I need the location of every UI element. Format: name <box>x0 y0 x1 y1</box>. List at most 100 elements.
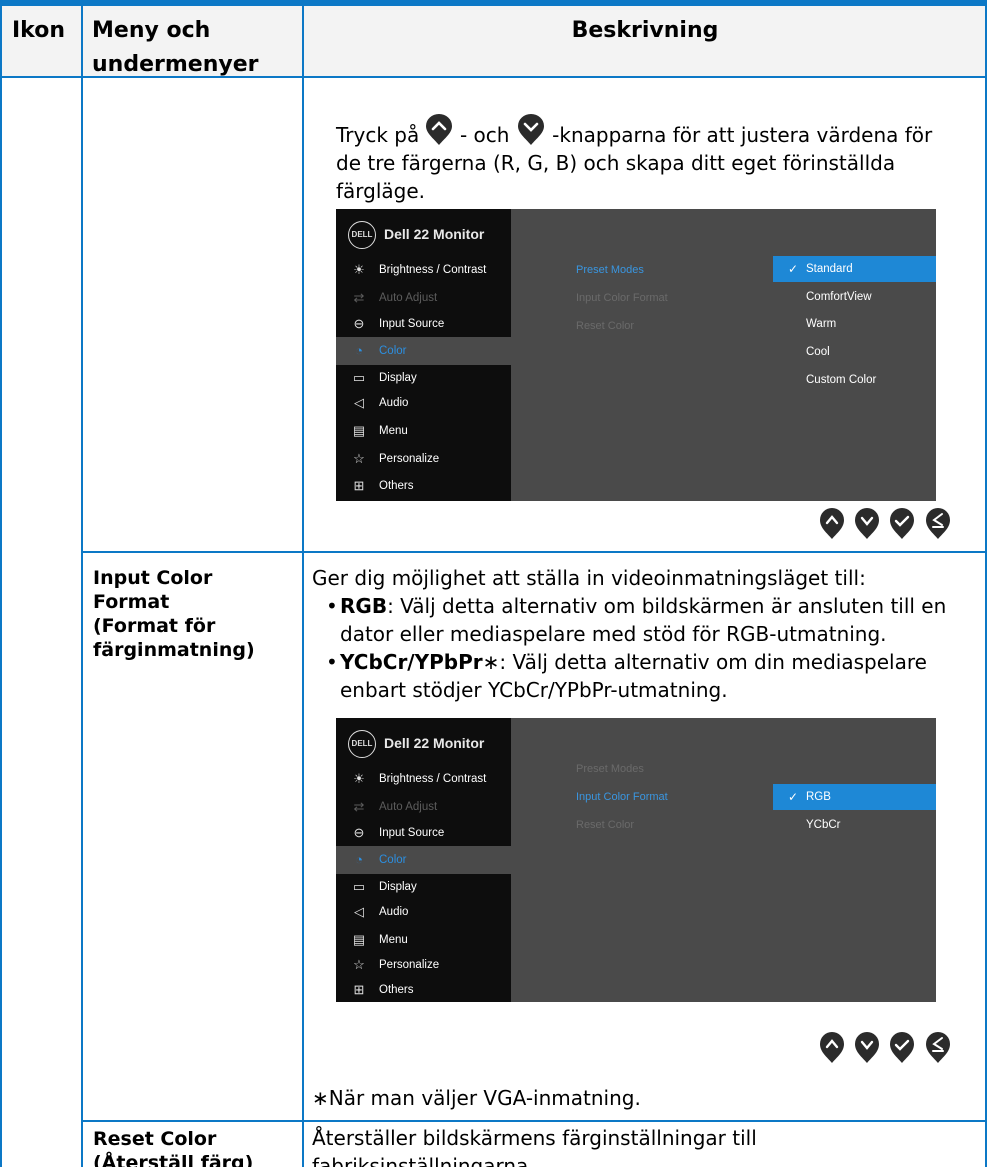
row3-menu-line1: Reset Color <box>93 1128 217 1150</box>
osd-item-menu: ▤ Menu <box>336 926 511 954</box>
osd-item-label: Audio <box>379 906 409 918</box>
back-button-icon <box>926 1032 950 1063</box>
osd-item-label: Input Source <box>379 827 445 839</box>
osd-option-label: RGB <box>806 791 831 803</box>
grid-line <box>81 6 83 1167</box>
osd-item-display: ▭ Display <box>336 364 511 392</box>
row2-menu-line1: Input Color <box>93 567 213 589</box>
osd-item-label: Auto Adjust <box>379 292 438 304</box>
row1-line2: de tre färgerna (R, G, B) och skapa ditt… <box>336 151 896 175</box>
ok-button-icon <box>890 508 914 539</box>
osd-option-warm: Warm <box>773 311 936 337</box>
osd-item-personalize: ☆ Personalize <box>336 445 511 473</box>
others-icon: ⊞ <box>353 982 365 997</box>
grid-line <box>82 1120 987 1122</box>
row2-menu-cell: Input Color Format (Format för färginmat… <box>93 566 293 662</box>
grid-line <box>82 551 987 553</box>
star-icon: ☆ <box>353 957 365 972</box>
row3-description: Återställer bildskärmens färginställning… <box>312 1124 972 1167</box>
osd-submenu-reset-color: Reset Color <box>576 320 635 332</box>
osd-option-custom-color: Custom Color <box>773 367 936 393</box>
down-button-icon <box>855 508 879 539</box>
osd-item-label: Others <box>379 480 414 492</box>
input-source-icon: ⊖ <box>353 825 365 840</box>
osd-item-audio: ◁ Audio <box>336 898 511 926</box>
row2-bullet-rgb: • RGB: Välj detta alternativ om bildskärm… <box>312 592 982 620</box>
others-icon: ⊞ <box>353 478 365 493</box>
osd-option-rgb: ✓ RGB <box>773 784 936 810</box>
row2-menu-line4: färginmatning) <box>93 639 255 661</box>
color-icon: ◔ <box>355 343 363 358</box>
osd-option-label: Standard <box>806 263 853 275</box>
display-icon: ▭ <box>352 879 366 894</box>
osd-item-label: Auto Adjust <box>379 801 438 813</box>
header-beskrivning: Beskrivning <box>303 6 987 76</box>
osd-title: Dell 22 Monitor <box>384 226 485 242</box>
osd-item-label: Personalize <box>379 959 440 971</box>
check-icon: ✓ <box>788 790 799 804</box>
row2-menu-line2: Format <box>93 591 170 613</box>
row2-intro: Ger dig möjlighet att ställa in videoinm… <box>312 566 866 590</box>
row1-text: - och <box>453 123 516 147</box>
rgb-term: RGB <box>340 594 388 618</box>
row2-bullet-rgb-cont: dator eller mediaspelare med stöd för RG… <box>340 622 887 646</box>
down-arrow-icon <box>517 114 544 145</box>
display-icon: ▭ <box>352 370 366 385</box>
osd-item-label: Menu <box>379 425 408 437</box>
rgb-text: : Välj detta alternativ om bildskärmen ä… <box>387 594 947 618</box>
osd-menu-panel: DELL Dell 22 Monitor ☀ Brightness / Contr… <box>336 209 511 501</box>
osd-menu-panel: DELL Dell 22 Monitor ☀ Brightness / Contr… <box>336 718 511 1002</box>
osd-item-menu: ▤ Menu <box>336 417 511 445</box>
grid-line <box>0 6 2 1167</box>
grid-line <box>0 76 987 78</box>
menu-icon: ▤ <box>352 932 366 947</box>
header-meny-line1: Meny och <box>92 18 211 43</box>
osd-item-label: Others <box>379 984 414 996</box>
manual-page: Ikon Meny och undermenyer Beskrivning Tr… <box>0 0 987 1167</box>
osd-title: Dell 22 Monitor <box>384 735 485 751</box>
ycbcr-star: ∗ <box>482 650 500 674</box>
osd-item-brightness: ☀ Brightness / Contrast <box>336 256 511 284</box>
osd-option-label: Custom Color <box>806 374 877 386</box>
osd-submenu-preset-modes: Preset Modes <box>576 763 644 775</box>
osd-item-personalize: ☆ Personalize <box>336 951 511 979</box>
header-beskrivning-label: Beskrivning <box>571 18 719 43</box>
row3-menu-cell: Reset Color (Återställ färg) <box>93 1127 298 1167</box>
ok-button-icon <box>890 1032 914 1063</box>
up-arrow-icon <box>425 114 452 145</box>
osd-option-cool: Cool <box>773 339 936 365</box>
back-button-icon <box>926 508 950 539</box>
bullet-icon: • <box>326 594 338 618</box>
osd-item-input-source: ⊖ Input Source <box>336 310 511 338</box>
osd-item-brightness: ☀ Brightness / Contrast <box>336 765 511 793</box>
grid-line <box>302 6 304 1167</box>
osd-item-label: Menu <box>379 934 408 946</box>
osd-item-label: Personalize <box>379 453 440 465</box>
osd-option-ycbcr: YCbCr <box>773 812 936 838</box>
header-meny: Meny och undermenyer <box>82 6 303 77</box>
row2-bullet-ycbcr: • YCbCr/YPbPr∗: Välj detta alternativ om … <box>312 648 982 676</box>
row3-menu-line2: (Återställ färg) <box>93 1152 254 1167</box>
brightness-icon: ☀ <box>353 771 365 786</box>
auto-adjust-icon: ⇄ <box>353 799 365 814</box>
osd-submenu-reset-color: Reset Color <box>576 819 635 831</box>
header-ikon-label: Ikon <box>12 18 66 43</box>
osd-item-label: Brightness / Contrast <box>379 264 487 276</box>
color-icon: ◔ <box>355 852 363 867</box>
osd-item-label: Color <box>379 345 407 357</box>
osd-item-auto-adjust: ⇄ Auto Adjust <box>336 284 511 312</box>
osd-item-color: ◔ Color <box>336 337 511 365</box>
row1-line3: färgläge. <box>336 179 426 203</box>
osd-item-label: Input Source <box>379 318 445 330</box>
osd-item-auto-adjust: ⇄ Auto Adjust <box>336 793 511 821</box>
down-button-icon <box>855 1032 879 1063</box>
input-source-icon: ⊖ <box>353 316 365 331</box>
dell-logo: DELL <box>348 221 376 249</box>
row1-description: Tryck på - och -knapparna för att juster… <box>336 114 976 205</box>
row2-bullet-ycbcr-cont: enbart stödjer YCbCr/YPbPr-utmatning. <box>340 678 728 702</box>
row1-text: Tryck på <box>336 123 426 147</box>
up-button-icon <box>820 1032 844 1063</box>
check-icon: ✓ <box>788 262 799 276</box>
osd-option-label: ComfortView <box>806 291 872 303</box>
osd-submenu-input-color-format: Input Color Format <box>576 791 668 803</box>
